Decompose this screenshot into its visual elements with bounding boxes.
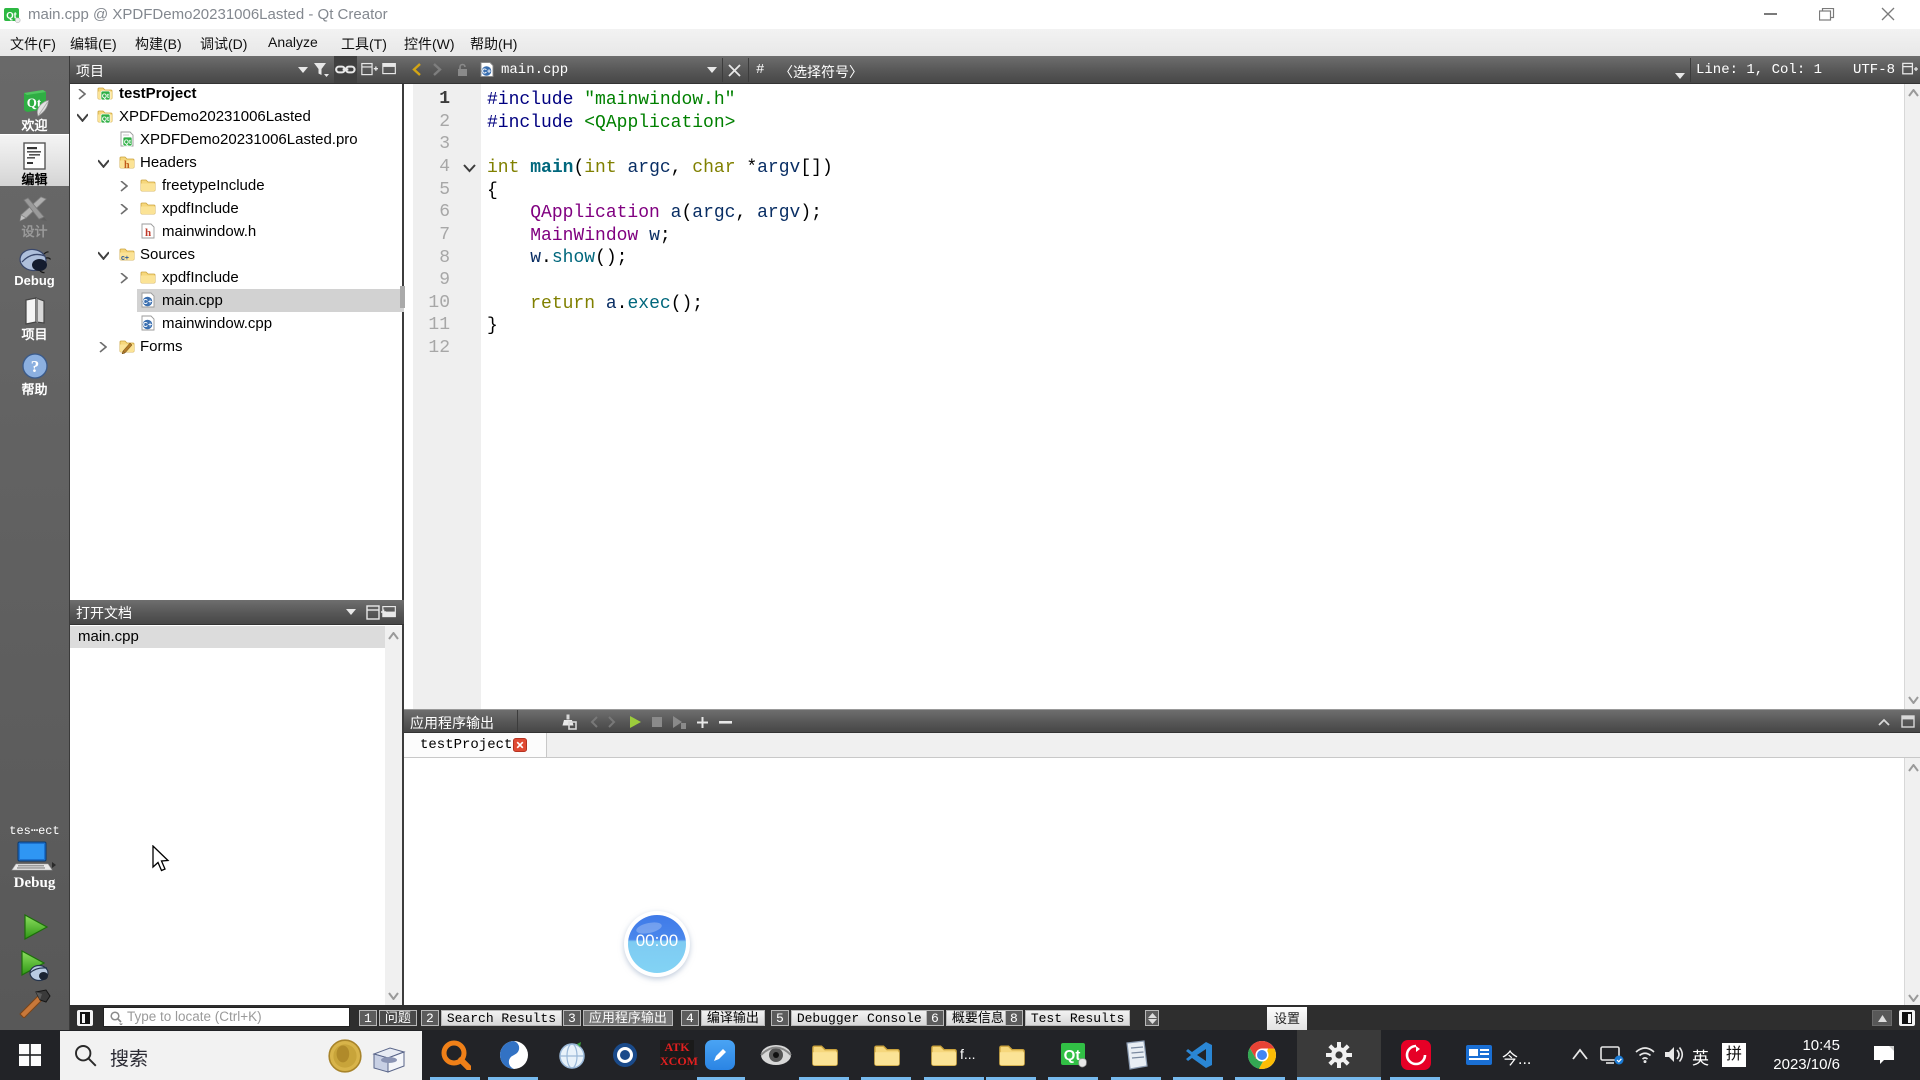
svg-text:?: ? [30,357,39,376]
svg-text:Qt: Qt [1064,1047,1081,1064]
svg-text:c+: c+ [121,255,129,262]
svg-text:h: h [124,160,130,170]
svg-text:C+: C+ [482,69,491,76]
